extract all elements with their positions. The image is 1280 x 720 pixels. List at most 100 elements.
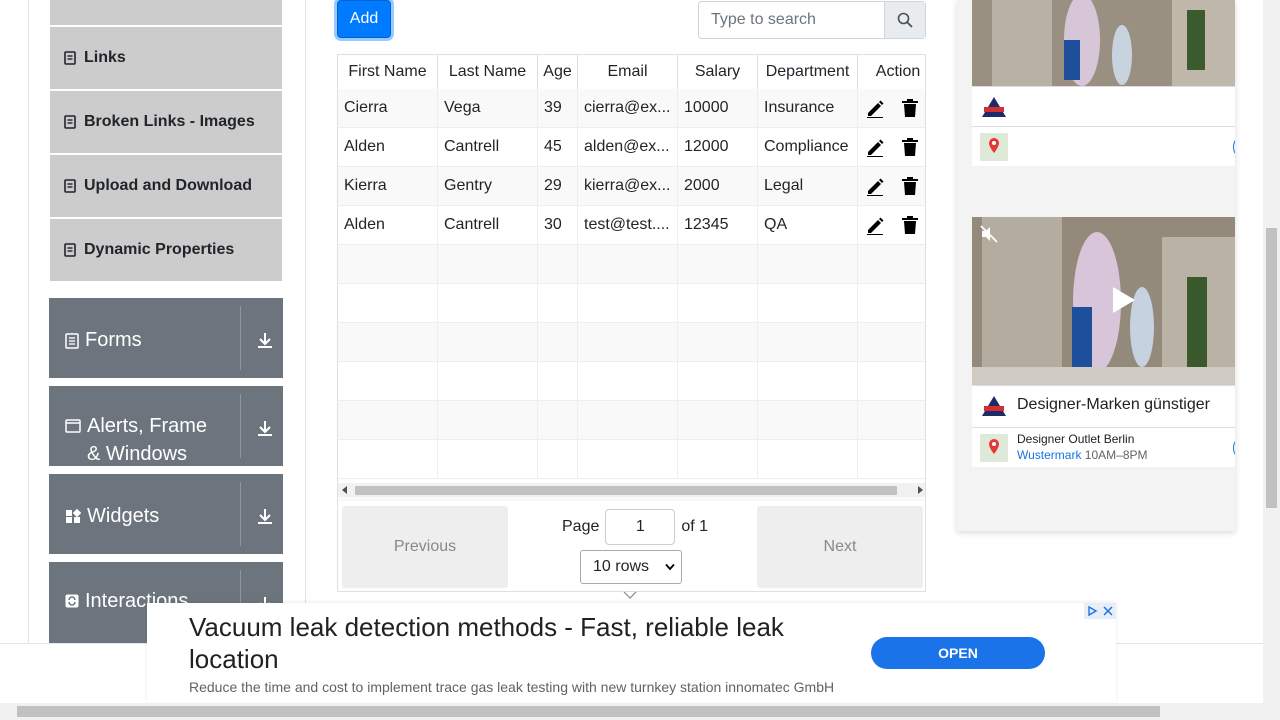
table-cell-salary: 2000 bbox=[678, 167, 758, 205]
column-header-salary[interactable]: Salary bbox=[678, 55, 758, 89]
table-row: Kierra Gentry 29 kierra@ex... 2000 Legal bbox=[338, 167, 925, 206]
edit-icon[interactable] bbox=[865, 137, 885, 157]
ad-location-row[interactable] bbox=[972, 126, 1235, 166]
scroll-left-arrow[interactable] bbox=[342, 486, 347, 494]
table-cell-department bbox=[758, 284, 858, 322]
download-icon[interactable] bbox=[255, 506, 275, 526]
banner-open-button[interactable]: OPEN bbox=[871, 637, 1045, 669]
previous-button[interactable]: Previous bbox=[342, 506, 508, 588]
sidebar-item-upload-download[interactable]: Upload and Download bbox=[50, 154, 282, 217]
table-cell-department bbox=[758, 362, 858, 400]
table-row bbox=[338, 440, 925, 479]
sidebar-group-forms[interactable]: Forms bbox=[49, 298, 283, 378]
document-icon bbox=[64, 51, 76, 65]
directions-button[interactable] bbox=[1233, 435, 1235, 461]
table-cell-last: Vega bbox=[438, 89, 538, 127]
adchoices-icon[interactable] bbox=[1084, 603, 1100, 619]
edit-icon[interactable] bbox=[865, 176, 885, 196]
ad-title-row[interactable]: Designer-Marken günstiger bbox=[972, 385, 1235, 427]
search-input[interactable]: Type to search bbox=[699, 2, 884, 38]
table-cell-action bbox=[858, 440, 865, 478]
place-city[interactable]: Wustermark bbox=[1017, 448, 1081, 462]
table-cell-email: test@test.... bbox=[578, 206, 678, 244]
table-cell-salary bbox=[678, 440, 758, 478]
page-vertical-scrollbar[interactable] bbox=[1263, 0, 1280, 703]
ad-image-top[interactable] bbox=[972, 0, 1235, 86]
table-cell-first: Alden bbox=[338, 206, 438, 244]
delete-icon[interactable] bbox=[901, 98, 919, 118]
search-button[interactable] bbox=[884, 2, 925, 38]
page-jump-input[interactable]: 1 bbox=[605, 509, 676, 545]
scroll-right-arrow[interactable] bbox=[918, 486, 923, 494]
table-cell-first bbox=[338, 440, 438, 478]
table-cell-department bbox=[758, 245, 858, 283]
delete-icon[interactable] bbox=[901, 176, 919, 196]
column-header-email[interactable]: Email bbox=[578, 55, 678, 89]
sidebar-item-label: Upload and Download bbox=[84, 177, 252, 194]
column-header-age[interactable]: Age bbox=[538, 55, 578, 89]
sidebar-item-previous[interactable] bbox=[50, 0, 282, 25]
column-header-first-name[interactable]: First Name bbox=[338, 55, 438, 89]
sidebar-item-label: Dynamic Properties bbox=[84, 241, 235, 258]
sidebar-item-broken-links[interactable]: Broken Links - Images bbox=[50, 90, 282, 153]
rows-per-page-select[interactable]: 10 rows bbox=[580, 550, 682, 584]
sidebar-item-dynamic-properties[interactable]: Dynamic Properties bbox=[50, 218, 282, 281]
group-divider bbox=[240, 482, 241, 546]
table-header: First Name Last Name Age Email Salary De… bbox=[338, 55, 925, 89]
sidebar-group-widgets[interactable]: Widgets bbox=[49, 474, 283, 554]
ad-controls bbox=[1084, 603, 1116, 619]
chevron-down-icon[interactable] bbox=[623, 590, 637, 600]
table-cell-last bbox=[438, 284, 538, 322]
document-icon bbox=[64, 179, 76, 193]
scroll-thumb[interactable] bbox=[17, 706, 1160, 717]
banner-ad[interactable]: Vacuum leak detection methods - Fast, re… bbox=[147, 603, 1116, 702]
interactions-icon bbox=[65, 594, 79, 608]
column-header-department[interactable]: Department bbox=[758, 55, 858, 89]
table-row: Cierra Vega 39 cierra@ex... 10000 Insurance bbox=[338, 89, 925, 128]
close-icon[interactable] bbox=[1100, 603, 1116, 619]
table-cell-salary bbox=[678, 362, 758, 400]
pagination: Previous Page 1 of 1 10 rows Next bbox=[338, 501, 925, 591]
table-cell-email bbox=[578, 440, 678, 478]
next-button[interactable]: Next bbox=[757, 506, 923, 588]
banner-ad-title[interactable]: Vacuum leak detection methods - Fast, re… bbox=[189, 611, 829, 675]
page-horizontal-scrollbar[interactable] bbox=[0, 703, 1280, 720]
table-cell-email bbox=[578, 284, 678, 322]
table-horizontal-scrollbar[interactable] bbox=[338, 483, 925, 497]
map-pin-icon bbox=[980, 434, 1008, 462]
table-row bbox=[338, 362, 925, 401]
table-cell-email bbox=[578, 323, 678, 361]
directions-button[interactable] bbox=[1233, 134, 1235, 160]
ad-brand-row[interactable] bbox=[972, 86, 1235, 126]
scroll-thumb[interactable] bbox=[355, 486, 897, 495]
table-cell-email: cierra@ex... bbox=[578, 89, 678, 127]
sidebar-group-alerts[interactable]: Alerts, Frame & Windows bbox=[49, 386, 283, 466]
play-icon[interactable] bbox=[1111, 285, 1137, 315]
page-label: Page bbox=[562, 518, 600, 535]
table-cell-age bbox=[538, 401, 578, 439]
table-row bbox=[338, 323, 925, 362]
scroll-thumb[interactable] bbox=[1266, 228, 1277, 508]
group-divider bbox=[240, 394, 241, 458]
download-icon[interactable] bbox=[255, 330, 275, 350]
delete-icon[interactable] bbox=[901, 215, 919, 235]
ad-video[interactable] bbox=[972, 217, 1235, 385]
add-button[interactable]: Add bbox=[337, 0, 391, 38]
search-box: Type to search bbox=[698, 1, 926, 39]
download-icon[interactable] bbox=[255, 418, 275, 438]
edit-icon[interactable] bbox=[865, 98, 885, 118]
edit-icon[interactable] bbox=[865, 215, 885, 235]
column-header-last-name[interactable]: Last Name bbox=[438, 55, 538, 89]
form-icon bbox=[65, 333, 79, 349]
table-row bbox=[338, 401, 925, 440]
content-left-border bbox=[28, 0, 29, 720]
table-cell-last: Cantrell bbox=[438, 206, 538, 244]
sidebar-item-links[interactable]: Links bbox=[50, 26, 282, 89]
ad-place-row[interactable]: Designer Outlet Berlin Wustermark 10AM–8… bbox=[972, 427, 1235, 467]
table-cell-salary: 12000 bbox=[678, 128, 758, 166]
mute-icon[interactable] bbox=[980, 225, 998, 243]
table-cell-first bbox=[338, 245, 438, 283]
table-cell-first: Alden bbox=[338, 128, 438, 166]
widgets-icon bbox=[66, 509, 81, 523]
delete-icon[interactable] bbox=[901, 137, 919, 157]
